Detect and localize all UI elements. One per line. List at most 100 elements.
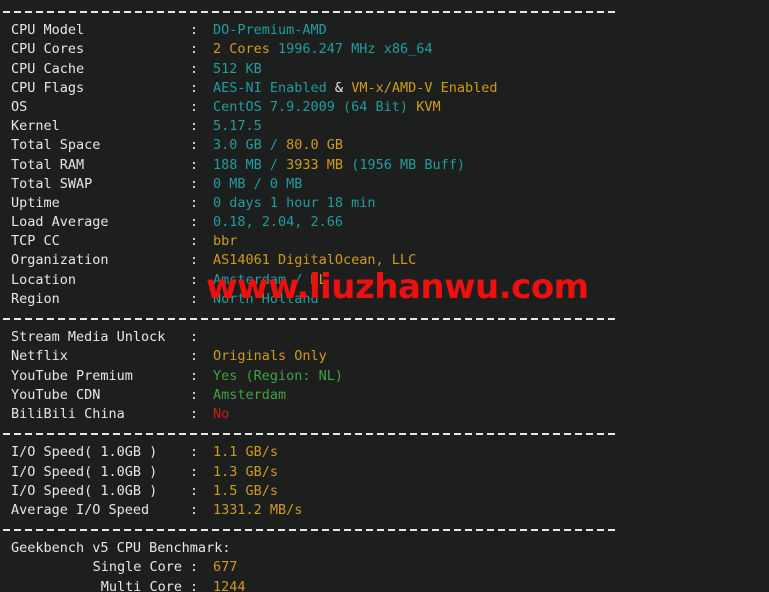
info-row-colon: : bbox=[190, 482, 199, 499]
geekbench-section: Single Core:677 Multi Core:1244 bbox=[0, 558, 769, 592]
info-row-colon: : bbox=[190, 463, 199, 480]
info-row-value: 0 days 1 hour 18 min bbox=[213, 195, 376, 211]
info-row-label: Load Average bbox=[11, 214, 109, 231]
info-row-label: YouTube CDN bbox=[11, 386, 101, 403]
value-segment: 0 MB / 0 MB bbox=[213, 175, 303, 192]
separator-geekbench bbox=[0, 520, 769, 539]
info-row-value: 1.3 GB/s bbox=[213, 464, 278, 480]
info-row: Kernel:5.17.5 bbox=[0, 117, 769, 136]
info-row-value: AS14061 DigitalOcean, LLC bbox=[213, 252, 416, 268]
info-row-label: CPU Flags bbox=[11, 79, 85, 96]
info-row: Load Average:0.18, 2.04, 2.66 bbox=[0, 213, 769, 232]
info-row-value: DO-Premium-AMD bbox=[213, 22, 327, 38]
info-row-colon: : bbox=[190, 252, 199, 269]
info-row-colon: : bbox=[190, 98, 199, 115]
info-row-label: Netflix bbox=[11, 348, 68, 365]
info-row: TCP CC: bbr bbox=[0, 232, 769, 251]
value-segment: 1.1 GB/s bbox=[213, 444, 279, 461]
info-row: Uptime:0 days 1 hour 18 min bbox=[0, 194, 769, 213]
info-row-value: Amsterdam bbox=[213, 387, 286, 403]
info-row-colon: : bbox=[190, 386, 199, 403]
info-row-colon: : bbox=[190, 60, 199, 77]
terminal-output: CPU Model: DO-Premium-AMD CPU Cores:2 Core… bbox=[0, 0, 769, 592]
value-segment: CentOS 7.9.2009 (64 Bit) bbox=[213, 98, 417, 115]
info-row-colon: : bbox=[190, 367, 199, 384]
info-row: YouTube Premium: Yes (Region: NL) bbox=[0, 367, 769, 386]
info-row-colon: : bbox=[190, 156, 199, 173]
value-segment: VM-x/AMD-V Enabled bbox=[351, 79, 498, 96]
value-segment: bbr bbox=[213, 233, 238, 250]
io-speed-section: I/O Speed( 1.0GB ):1.1 GB/s I/O Speed( 1.… bbox=[0, 443, 769, 520]
value-segment: 2 Cores bbox=[213, 41, 279, 58]
info-row: CPU Cache:512 KB bbox=[0, 60, 769, 79]
value-segment: 0.18, 2.04, 2.66 bbox=[213, 214, 344, 231]
value-segment: NL bbox=[310, 271, 327, 288]
info-row: CPU Model: DO-Premium-AMD bbox=[0, 21, 769, 40]
value-segment: 80.0 GB bbox=[286, 137, 344, 154]
info-row-label: Multi Core bbox=[100, 578, 182, 592]
info-row-value: Amsterdam / NL bbox=[213, 272, 327, 288]
info-row-value: 3.0 GB / 80.0 GB bbox=[213, 137, 343, 153]
info-row-label: Kernel bbox=[11, 118, 60, 135]
info-row-label: TCP CC bbox=[11, 233, 60, 250]
info-row-colon: : bbox=[190, 444, 199, 461]
info-row-value: North Holland bbox=[213, 291, 319, 307]
info-row: Organization: AS14061 DigitalOcean, LLC bbox=[0, 251, 769, 270]
info-row-label: OS bbox=[11, 98, 28, 115]
value-segment: AES-NI Enabled bbox=[213, 79, 327, 96]
info-row-value: bbr bbox=[213, 233, 237, 249]
info-row: Average I/O Speed:1331.2 MB/s bbox=[0, 501, 769, 520]
info-row: BiliBili China: No bbox=[0, 405, 769, 424]
info-row: Region: North Holland bbox=[0, 290, 769, 309]
info-row: CPU Flags: AES-NI Enabled & VM-x/AMD-V En… bbox=[0, 79, 769, 98]
info-row-label: YouTube Premium bbox=[11, 367, 133, 384]
info-row-value: 1331.2 MB/s bbox=[213, 502, 302, 518]
dashed-rule bbox=[3, 529, 615, 532]
value-segment: No bbox=[213, 405, 230, 422]
info-row-colon: : bbox=[190, 271, 199, 288]
value-segment: AS14061 DigitalOcean, LLC bbox=[213, 252, 417, 269]
system-info-section: CPU Model: DO-Premium-AMD CPU Cores:2 Core… bbox=[0, 21, 769, 309]
info-row-colon: : bbox=[190, 137, 199, 154]
info-row-label: I/O Speed( 1.0GB ) bbox=[11, 482, 158, 499]
info-row: Total RAM:188 MB / 3933 MB (1956 MB Buff… bbox=[0, 156, 769, 175]
info-row-label: CPU Cache bbox=[11, 60, 85, 77]
info-row-label: I/O Speed( 1.0GB ) bbox=[11, 463, 158, 480]
value-segment: 3.0 GB / bbox=[213, 137, 287, 154]
info-row: Location: Amsterdam / NL bbox=[0, 271, 769, 290]
dashed-rule bbox=[3, 433, 615, 436]
info-row-colon: : bbox=[190, 348, 199, 365]
info-row-colon: : bbox=[190, 405, 199, 422]
info-row-label: Region bbox=[11, 290, 60, 307]
info-row-label: Single Core bbox=[92, 559, 182, 576]
info-row: I/O Speed( 1.0GB ):1.3 GB/s bbox=[0, 463, 769, 482]
info-row-value: No bbox=[213, 406, 229, 422]
info-row-colon: : bbox=[190, 41, 199, 58]
info-row: I/O Speed( 1.0GB ):1.1 GB/s bbox=[0, 443, 769, 462]
info-row-label: BiliBili China bbox=[11, 405, 125, 422]
info-row-label: Organization bbox=[11, 252, 109, 269]
separator-top bbox=[0, 2, 769, 21]
value-segment: KVM bbox=[416, 98, 441, 115]
value-segment: Yes (Region: NL) bbox=[213, 367, 344, 384]
value-segment: 1244 bbox=[213, 578, 246, 592]
info-row-colon: : bbox=[190, 290, 199, 307]
info-row-value: 5.17.5 bbox=[213, 118, 262, 134]
info-row-value: 677 bbox=[213, 559, 237, 575]
value-segment: Amsterdam / bbox=[213, 271, 311, 288]
info-row-colon: : bbox=[190, 79, 199, 96]
info-row-label: Uptime bbox=[11, 194, 60, 211]
info-row: OS: CentOS 7.9.2009 (64 Bit) KVM bbox=[0, 98, 769, 117]
dashed-rule bbox=[3, 11, 615, 13]
info-row-label: Stream Media Unlock bbox=[11, 329, 166, 346]
info-row-value: 512 KB bbox=[213, 61, 262, 77]
info-row-value: 1.1 GB/s bbox=[213, 444, 278, 460]
value-segment: 1.5 GB/s bbox=[213, 482, 279, 499]
info-row-value: 1.5 GB/s bbox=[213, 483, 278, 499]
value-segment: 188 MB / bbox=[213, 156, 287, 173]
info-row-colon: : bbox=[190, 559, 199, 576]
info-row: I/O Speed( 1.0GB ):1.5 GB/s bbox=[0, 482, 769, 501]
info-row-label: Total SWAP bbox=[11, 175, 93, 192]
dashed-rule bbox=[3, 318, 615, 320]
info-row-label: I/O Speed( 1.0GB ) bbox=[11, 444, 158, 461]
